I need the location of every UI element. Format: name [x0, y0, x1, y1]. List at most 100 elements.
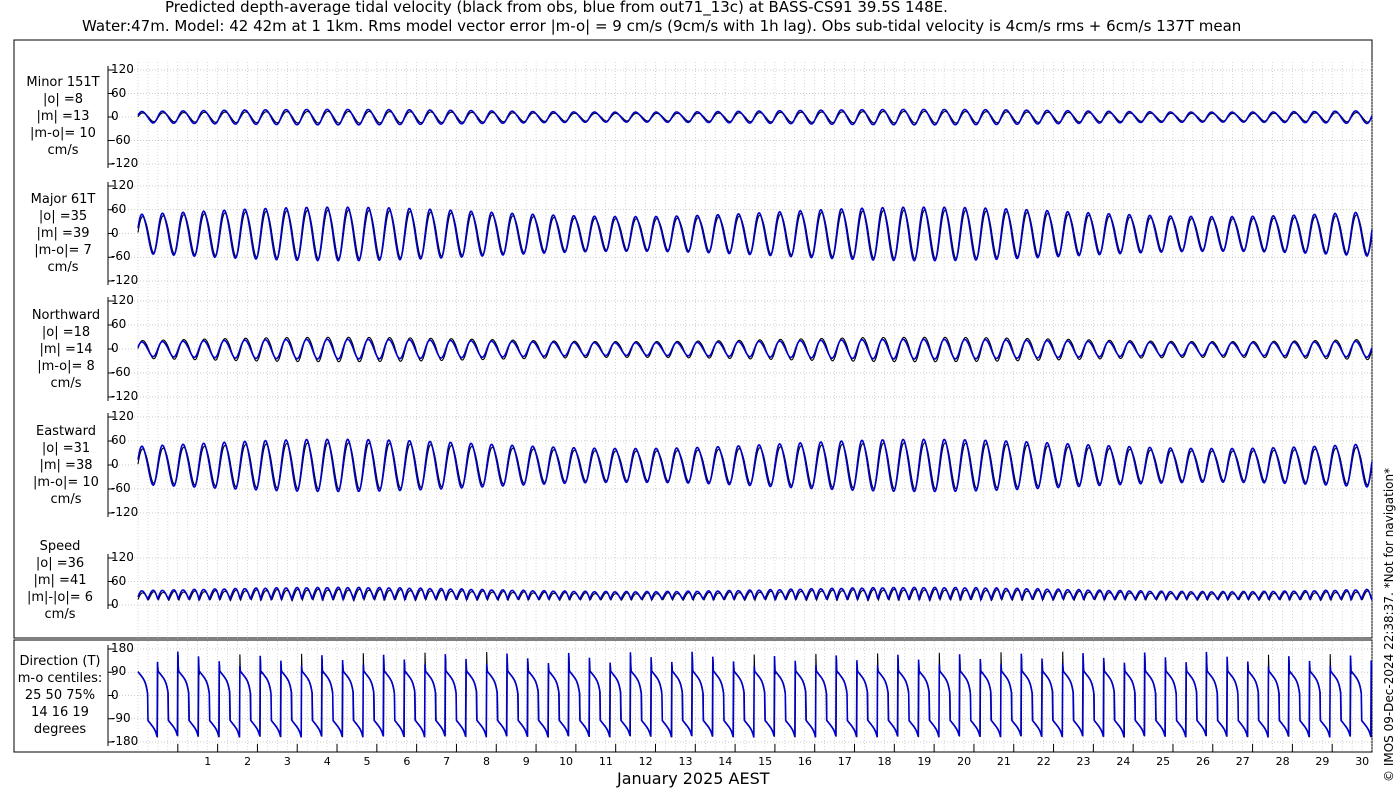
y-tick-label: -60 — [111, 481, 131, 495]
x-tick-label: 11 — [598, 755, 613, 768]
x-tick-label: 18 — [877, 755, 892, 768]
x-tick-label: 28 — [1275, 755, 1290, 768]
y-tick-label: 60 — [111, 433, 127, 447]
y-tick-label: -120 — [111, 505, 139, 519]
panel-label-line: cm/s — [47, 142, 79, 158]
y-tick-label: -180 — [111, 734, 139, 748]
x-tick-label: 24 — [1116, 755, 1131, 768]
y-tick-label: 120 — [111, 293, 134, 307]
panel-label-line: |m-o|= 8 — [37, 358, 95, 374]
panel-label-line: |m|-|o|= 6 — [26, 589, 94, 605]
x-tick-label: 22 — [1036, 755, 1051, 768]
panel-label-line: |o| =31 — [41, 440, 91, 456]
panel-label-line: Northward — [31, 308, 101, 323]
x-tick-label: 27 — [1235, 755, 1250, 768]
panel-label-line: |m| =14 — [39, 341, 93, 357]
y-tick-label: 0 — [111, 225, 119, 240]
y-tick-label: -120 — [111, 273, 139, 287]
x-tick-label: 9 — [522, 755, 530, 768]
x-tick-label: 15 — [758, 755, 773, 768]
panel-label-line: 25 50 75% — [24, 687, 96, 703]
panel-label-line: Speed — [39, 539, 81, 554]
y-tick-label: 0 — [111, 341, 119, 355]
x-tick-label: 8 — [482, 755, 490, 768]
panel-label-eastward: Eastward |o| =31 |m| =38 |m-o|= 10 cm/s — [11, 424, 121, 509]
tidal-velocity-figure — [13, 39, 1373, 753]
x-tick-label: 14 — [718, 755, 733, 768]
copyright-notice: © IMOS 09-Dec-2024 22:38:37. *Not for na… — [1382, 467, 1396, 782]
x-tick-label: 26 — [1195, 755, 1210, 768]
x-tick-label: 21 — [996, 755, 1011, 768]
x-tick-label: 17 — [837, 755, 852, 768]
panel-label-line: |o| =8 — [42, 91, 83, 107]
panel-label-line: cm/s — [47, 259, 79, 275]
x-tick-label: 10 — [559, 755, 574, 768]
y-tick-label: 180 — [111, 641, 134, 655]
x-tick-label: 5 — [363, 755, 371, 768]
x-tick-label: 13 — [678, 755, 693, 768]
x-tick-label: 29 — [1315, 755, 1330, 768]
y-tick-label: 0 — [111, 109, 119, 123]
panel-label-direction: Direction (T) m-o centiles: 25 50 75% 14 16… — [5, 654, 115, 739]
panel-label-line: |m-o|= 10 — [33, 474, 99, 490]
y-tick-label: -120 — [111, 389, 139, 403]
panel-label-line: |m| =38 — [39, 457, 93, 473]
panel-label-line: Major 61T — [30, 192, 96, 207]
y-tick-label: 120 — [111, 62, 134, 76]
x-tick-label: 16 — [797, 755, 812, 768]
panel-label-line: |m| =39 — [36, 225, 90, 241]
series-line-model-eastward — [137, 438, 1373, 493]
x-tick-label: 12 — [638, 755, 653, 768]
y-tick-label: 60 — [111, 573, 127, 588]
x-tick-label: 25 — [1156, 755, 1171, 768]
panel-label-line: Direction (T) — [19, 654, 101, 669]
chart-title-line2: Water:47m. Model: 42 42m at 1 1km. Rms m… — [82, 17, 1242, 35]
y-tick-label: -60 — [111, 249, 131, 264]
y-tick-label: 120 — [111, 550, 134, 564]
y-tick-label: 0 — [111, 687, 119, 702]
x-tick-label: 23 — [1076, 755, 1091, 768]
panel-label-line: Minor 151T — [26, 75, 100, 90]
x-tick-label: 3 — [283, 755, 291, 768]
panel-label-line: |m-o|= 7 — [34, 242, 92, 258]
x-tick-label: 20 — [957, 755, 972, 768]
y-tick-label: 120 — [111, 178, 134, 192]
panel-label-line: |o| =36 — [35, 555, 85, 571]
panel-label-line: 14 16 19 — [31, 704, 89, 720]
x-tick-label: 2 — [244, 755, 252, 768]
panel-label-line: cm/s — [44, 606, 76, 622]
x-tick-label: 7 — [443, 755, 451, 768]
x-tick-label: 4 — [323, 755, 331, 768]
panel-label-major: Major 61T |o| =35 |m| =39 |m-o|= 7 cm/s — [8, 192, 118, 277]
y-tick-label: 120 — [111, 409, 134, 423]
y-tick-label: -60 — [111, 132, 131, 147]
y-tick-label: 0 — [111, 597, 119, 611]
y-tick-label: -90 — [111, 710, 131, 725]
y-tick-label: 90 — [111, 664, 127, 679]
panel-label-line: |o| =18 — [41, 324, 91, 340]
panel-label-line: |o| =35 — [38, 208, 88, 224]
x-tick-label: 6 — [403, 755, 411, 768]
panel-label-line: cm/s — [50, 491, 82, 507]
x-tick-label: 30 — [1355, 755, 1370, 768]
y-tick-label: -60 — [111, 365, 131, 379]
panel-label-minor: Minor 151T |o| =8 |m| =13 |m-o|= 10 cm/s — [8, 75, 118, 160]
panel-label-line: |m| =41 — [33, 572, 87, 588]
panel-label-line: |m| =13 — [36, 108, 90, 124]
panel-label-line: |m-o|= 10 — [30, 125, 96, 141]
y-tick-label: 0 — [111, 457, 119, 471]
x-axis-label: January 2025 AEST — [617, 769, 770, 788]
y-tick-label: 60 — [111, 85, 127, 100]
panel-label-line: Eastward — [35, 424, 97, 439]
x-tick-label: 1 — [204, 755, 212, 768]
y-tick-label: 60 — [111, 201, 127, 216]
panel-label-line: m-o centiles: — [17, 670, 103, 686]
y-tick-label: -120 — [111, 156, 139, 170]
y-tick-label: 60 — [111, 317, 127, 331]
chart-title-line1: Predicted depth-average tidal velocity (… — [165, 0, 948, 16]
panel-label-line: cm/s — [50, 375, 82, 391]
panel-label-line: degrees — [33, 721, 87, 737]
panel-label-northward: Northward |o| =18 |m| =14 |m-o|= 8 cm/s — [11, 308, 121, 393]
panel-label-speed: Speed |o| =36 |m| =41 |m|-|o|= 6 cm/s — [5, 539, 115, 624]
x-tick-label: 19 — [917, 755, 932, 768]
